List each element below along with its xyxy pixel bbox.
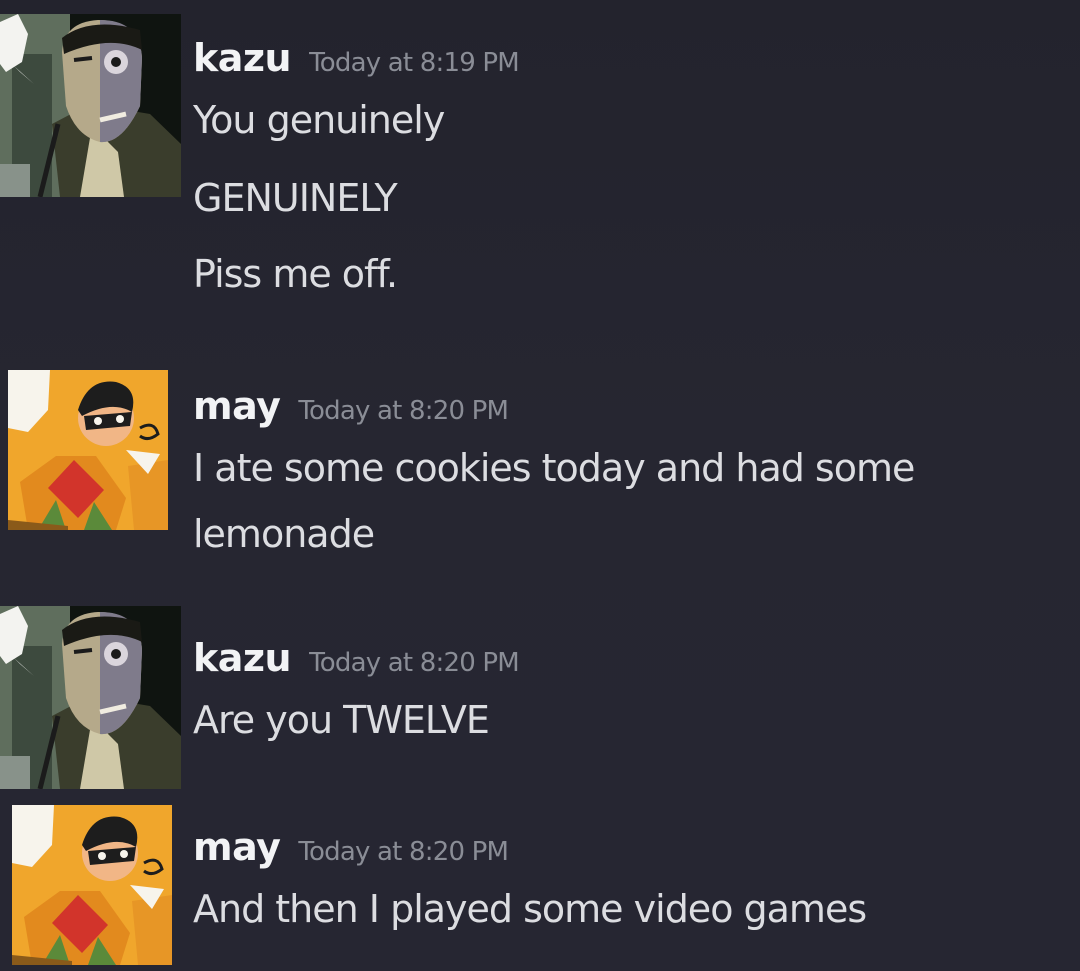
message-group: may Today at 8:20 PM I ate some cookies t… xyxy=(0,350,1080,590)
message-header: may Today at 8:20 PM xyxy=(193,825,509,869)
message-timestamp: Today at 8:20 PM xyxy=(298,396,509,426)
two-face-comic-icon xyxy=(0,606,181,789)
message-text: GENUINELY xyxy=(193,176,398,220)
message-timestamp: Today at 8:20 PM xyxy=(309,648,520,678)
message-header: kazu Today at 8:19 PM xyxy=(193,36,520,80)
message-group: may Today at 8:20 PM And then I played so… xyxy=(0,795,1080,971)
user-avatar-kazu[interactable] xyxy=(0,606,181,789)
message-text: And then I played some video games xyxy=(193,887,867,931)
username[interactable]: kazu xyxy=(193,36,292,80)
robin-comic-icon xyxy=(12,805,172,965)
message-timestamp: Today at 8:19 PM xyxy=(309,48,520,78)
message-text: Are you TWELVE xyxy=(193,698,490,742)
message-timestamp: Today at 8:20 PM xyxy=(298,837,509,867)
user-avatar-may[interactable] xyxy=(12,805,172,965)
message-group: kazu Today at 8:19 PM You genuinely GENUI… xyxy=(0,0,1080,330)
user-avatar-kazu[interactable] xyxy=(0,14,181,197)
two-face-comic-icon xyxy=(0,14,181,197)
message-header: kazu Today at 8:20 PM xyxy=(193,636,520,680)
message-text: I ate some cookies today and had some xyxy=(193,446,915,490)
robin-comic-icon xyxy=(8,370,168,530)
chat-log[interactable]: kazu Today at 8:19 PM You genuinely GENUI… xyxy=(0,0,1080,971)
message-text: lemonade xyxy=(193,512,375,556)
message-text: Piss me off. xyxy=(193,252,398,296)
username[interactable]: kazu xyxy=(193,636,292,680)
username[interactable]: may xyxy=(193,384,281,428)
message-group: kazu Today at 8:20 PM Are you TWELVE xyxy=(0,600,1080,800)
message-text: You genuinely xyxy=(193,98,445,142)
username[interactable]: may xyxy=(193,825,281,869)
user-avatar-may[interactable] xyxy=(8,370,168,530)
message-header: may Today at 8:20 PM xyxy=(193,384,509,428)
